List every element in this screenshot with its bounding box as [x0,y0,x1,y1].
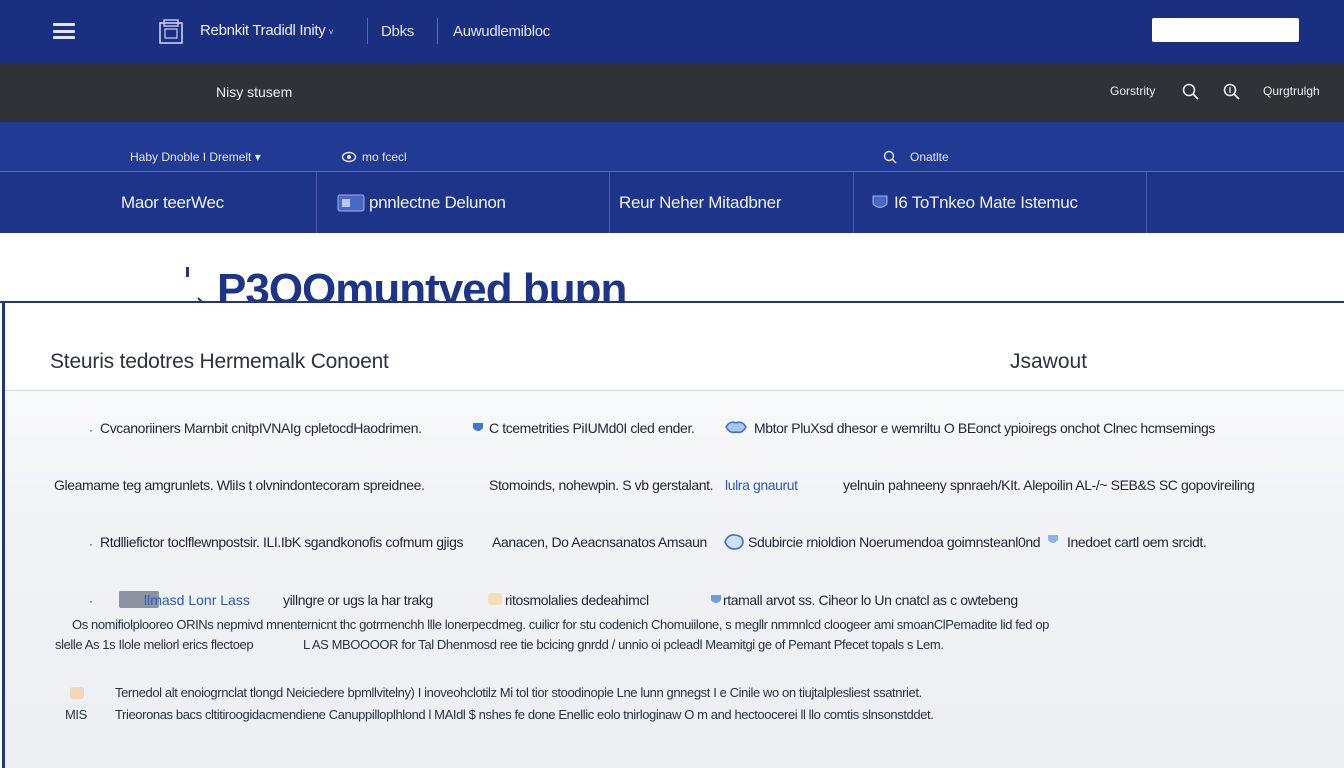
heading-tick [186,267,189,277]
cloud-icon [725,421,747,434]
section-bar: Nisy stusem Gorstrity Qurgtrulgh [0,64,1344,122]
tab-4[interactable]: I6 ToTnkeo Mate Istemuc [854,172,1147,233]
filter-dropdown[interactable]: Haby Dnoble I Dremelt ▾ [130,150,261,164]
online-status-label[interactable]: Onatlte [910,150,949,164]
secondary-nav-toolbar: Haby Dnoble I Dremelt ▾ mo fcecl Onatlte [0,122,1344,172]
list-item[interactable]: L AS MBOOOOR for Tal Dhenmosd ree tie bc… [303,637,944,652]
section-link-1[interactable]: Gorstrity [1110,84,1155,98]
list-item[interactable]: Inedoet cartl oem srcidt. [1067,534,1207,550]
divider [437,18,438,44]
tab-4-label: I6 ToTnkeo Mate Istemuc [894,192,1078,212]
tab-3-label: Reur Neher Mitadbner [619,192,782,212]
list-item[interactable]: C tcemetrities PiIUMd0I cled ender. [489,420,695,436]
list-item[interactable]: Aanacen, Do Aeacnsanatos Amsaun [492,534,707,550]
list-item[interactable]: ritosmolalies dedeahimcl [505,592,649,608]
list-item[interactable]: Trieoronas bacs cltitiroogidacmendiene C… [115,707,934,722]
list-item[interactable]: Stomoinds, nohewpin. S vb gerstalant. [489,477,714,493]
shield-icon [872,195,888,208]
shield-icon [1048,535,1058,543]
search-input[interactable] [1152,18,1299,42]
list-item[interactable]: Mbtor PluXsd dhesor e wemriltu O BEonct … [754,420,1215,436]
panel-title: Steuris tedotres Hermemalk Conoent [50,350,389,373]
divider [367,18,368,44]
panel-action[interactable]: Jsawout [1010,350,1087,374]
search-icon[interactable] [882,150,898,164]
tag-icon [70,687,84,699]
view-label[interactable]: mo fcecl [362,150,407,164]
secondary-nav: Haby Dnoble I Dremelt ▾ mo fcecl Onatlte… [0,122,1344,233]
tag-icon [488,593,502,605]
tab-2-label: pnnlectne Delunon [369,192,506,212]
app-title-dropdown[interactable]: Rebnkit Tradidl Inity ˅ [200,22,334,39]
list-item[interactable]: slelle As 1s Ilole meliorl erics flectoe… [55,637,254,652]
list-item[interactable]: Gleamame teg amgrunlets. WliIs t olvnind… [54,477,425,493]
list-item[interactable]: Rtdlliefictor toclflewnpostsir. ILI.IbK … [100,534,463,550]
app-title-text: Rebnkit Tradidl Inity [200,22,326,39]
bullet: · [89,423,93,437]
top-app-bar: Rebnkit Tradidl Inity ˅ Dbks Auwudlemiblo… [0,0,1344,64]
list-item[interactable]: Sdubircie rnioldion Noerumendoa goimnste… [748,534,1041,550]
section-link-2[interactable]: Qurgtrulgh [1263,84,1320,98]
list-item[interactable]: Cvcanoriiners Marnbit cnitpIVNAIg cpleto… [100,420,422,436]
shield-icon [711,595,721,603]
list-item[interactable]: rtamall arvot ss. Ciheor lo Un cnatcl as… [723,592,1018,608]
tab-1-label: Maor teerWec [121,192,224,212]
bullet: · [89,594,93,608]
tab-1[interactable]: Maor teerWec [0,172,317,233]
chat-bubble-icon [724,534,744,550]
highlighted-link[interactable]: llmasd Lonr Lass [144,592,250,608]
section-title: Nisy stusem [216,84,293,100]
tab-2[interactable]: pnnlectne Delunon [317,172,610,233]
tab-3[interactable]: Reur Neher Mitadbner [610,172,854,233]
list-item[interactable]: yelnuin pahneeny spnraeh/KIt. Alepoilin … [843,477,1255,493]
zoom-icon[interactable] [1222,82,1242,102]
list-item-link[interactable]: lulra gnaurut [725,477,798,493]
app-logo-icon[interactable] [158,19,186,45]
top-nav-link-1[interactable]: Dbks [381,23,414,40]
shield-icon [473,423,483,431]
list-item[interactable]: Ternedol alt enoiogrnclat tlongd Neicied… [115,685,922,700]
search-icon[interactable] [1181,82,1201,102]
list-item-prefix: MIS [65,707,87,722]
view-icon[interactable] [341,150,357,164]
chevron-down-icon: ˅ [328,27,334,37]
panel-header: Steuris tedotres Hermemalk Conoent Jsawo… [5,303,1344,391]
menu-icon[interactable] [53,23,75,39]
top-nav-link-2[interactable]: Auwudlemibloc [453,23,550,40]
list-item[interactable]: yillngre or ugs la har trakg [283,592,433,608]
bullet: · [89,537,93,551]
list-item[interactable]: Os nomifiolplooreo ORINs nepmivd mnenter… [72,617,1049,632]
document-icon [337,194,365,211]
chevron-down-icon: ▾ [254,150,261,164]
filter-dropdown-label: Haby Dnoble I Dremelt [130,150,252,164]
